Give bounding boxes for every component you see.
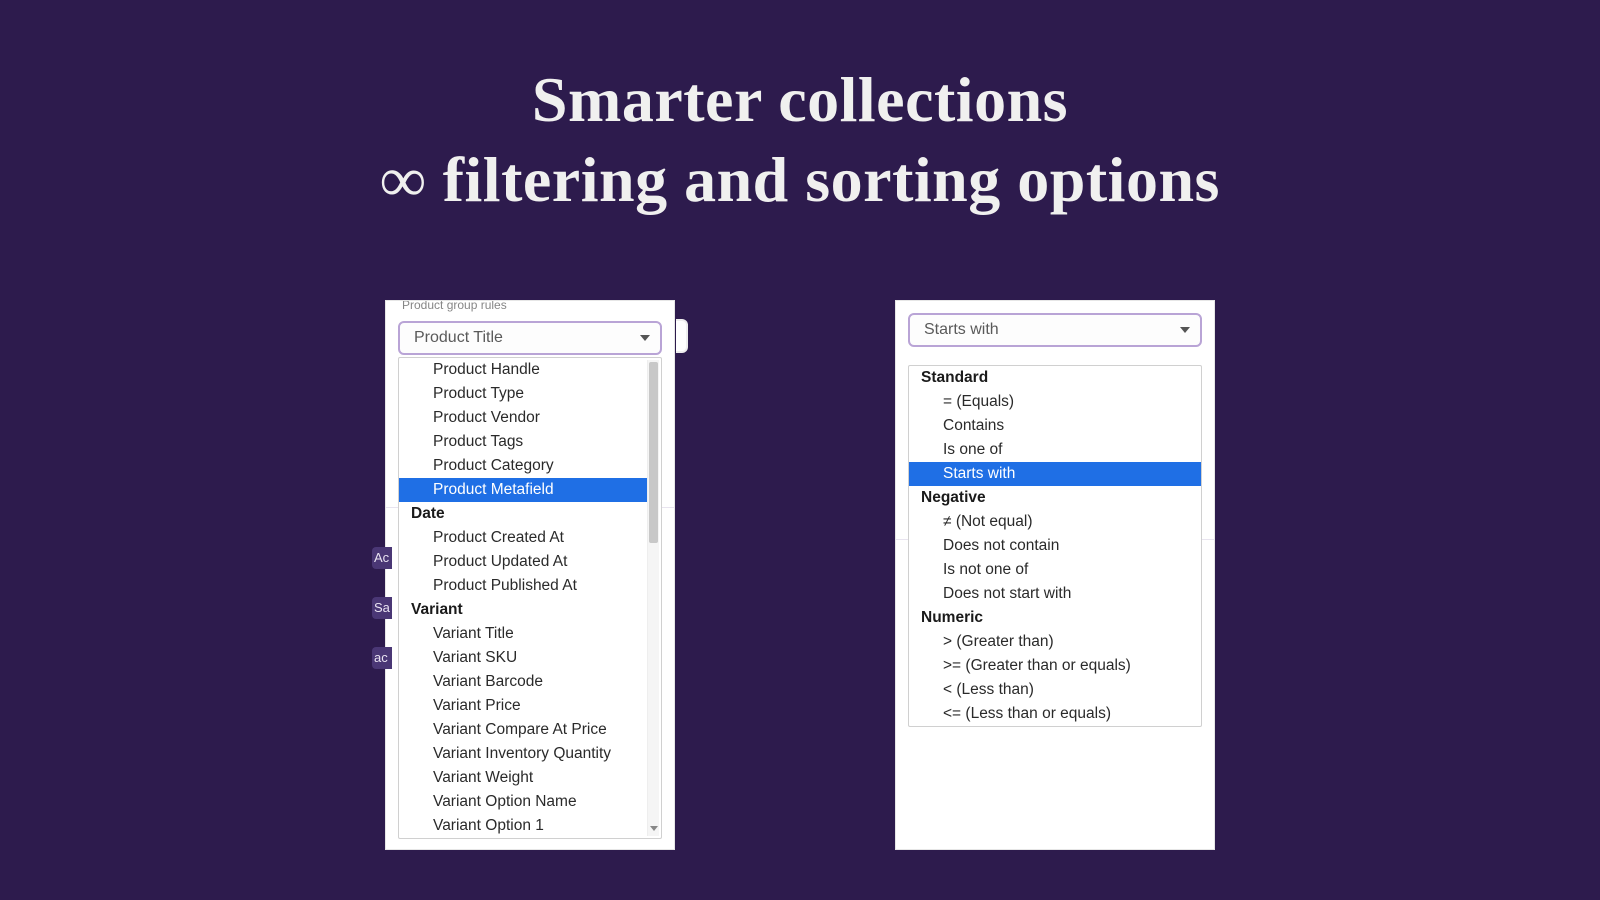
operator-select[interactable]: Starts with: [908, 313, 1202, 347]
option-group-header: Variant: [399, 598, 647, 622]
select-option[interactable]: Product Published At: [399, 574, 647, 598]
select-option[interactable]: Variant Weight: [399, 766, 647, 790]
select-option[interactable]: Product Metafield: [399, 478, 647, 502]
select-option[interactable]: Variant Price: [399, 694, 647, 718]
headline: Smarter collections ∞ filtering and sort…: [0, 0, 1600, 220]
chevron-down-icon: [640, 335, 650, 341]
select-option[interactable]: Is not one of: [909, 558, 1201, 582]
option-group-header: Standard: [909, 366, 1201, 390]
bg-chip: Sa: [372, 597, 392, 619]
background-chips: Ac Sa ac: [372, 547, 392, 669]
operator-select-value: Starts with: [924, 321, 999, 339]
scrollbar-thumb[interactable]: [649, 362, 658, 543]
select-option[interactable]: Variant Option Name: [399, 790, 647, 814]
chevron-down-icon: [1180, 327, 1190, 333]
panel-caption: Product group rules: [386, 301, 674, 315]
select-option[interactable]: Is one of: [909, 438, 1201, 462]
headline-line-2: ∞ filtering and sorting options: [0, 140, 1600, 220]
select-option[interactable]: Starts with: [909, 462, 1201, 486]
select-option[interactable]: < (Less than): [909, 678, 1201, 702]
select-option[interactable]: Does not contain: [909, 534, 1201, 558]
select-option[interactable]: Product Handle: [399, 358, 647, 382]
select-option[interactable]: <= (Less than or equals): [909, 702, 1201, 726]
select-option[interactable]: Variant Barcode: [399, 670, 647, 694]
scroll-down-icon[interactable]: [648, 822, 659, 834]
select-option[interactable]: ≠ (Not equal): [909, 510, 1201, 534]
select-option[interactable]: Variant Inventory Quantity: [399, 742, 647, 766]
panels-row: Ac Sa ac Product group rules Product Tit…: [0, 300, 1600, 850]
adjacent-field-edge: [676, 319, 688, 353]
select-option[interactable]: Variant SKU: [399, 646, 647, 670]
field-dropdown-panel: Ac Sa ac Product group rules Product Tit…: [385, 300, 675, 850]
field-select[interactable]: Product Title: [398, 321, 662, 355]
select-option[interactable]: Does not start with: [909, 582, 1201, 606]
field-select-value: Product Title: [414, 329, 503, 347]
select-option[interactable]: Product Updated At: [399, 550, 647, 574]
option-group-header: Numeric: [909, 606, 1201, 630]
option-group-header: Date: [399, 502, 647, 526]
select-option[interactable]: > (Greater than): [909, 630, 1201, 654]
select-option[interactable]: Product Vendor: [399, 406, 647, 430]
operator-dropdown-panel: Starts with Standard= (Equals)ContainsIs…: [895, 300, 1215, 850]
headline-line-1: Smarter collections: [0, 60, 1600, 140]
select-option[interactable]: Product Created At: [399, 526, 647, 550]
select-option[interactable]: Product Category: [399, 454, 647, 478]
select-option[interactable]: Product Tags: [399, 430, 647, 454]
select-option[interactable]: Variant Option 1: [399, 814, 647, 838]
bg-chip: ac: [372, 647, 392, 669]
select-option[interactable]: Product Type: [399, 382, 647, 406]
select-option[interactable]: Contains: [909, 414, 1201, 438]
scrollbar[interactable]: [647, 360, 659, 836]
operator-select-listbox[interactable]: Standard= (Equals)ContainsIs one ofStart…: [908, 365, 1202, 727]
select-option[interactable]: Variant Compare At Price: [399, 718, 647, 742]
select-option[interactable]: = (Equals): [909, 390, 1201, 414]
field-select-listbox[interactable]: Product HandleProduct TypeProduct Vendor…: [398, 357, 662, 839]
select-option[interactable]: >= (Greater than or equals): [909, 654, 1201, 678]
option-group-header: Negative: [909, 486, 1201, 510]
bg-chip: Ac: [372, 547, 392, 569]
select-option[interactable]: Variant Title: [399, 622, 647, 646]
